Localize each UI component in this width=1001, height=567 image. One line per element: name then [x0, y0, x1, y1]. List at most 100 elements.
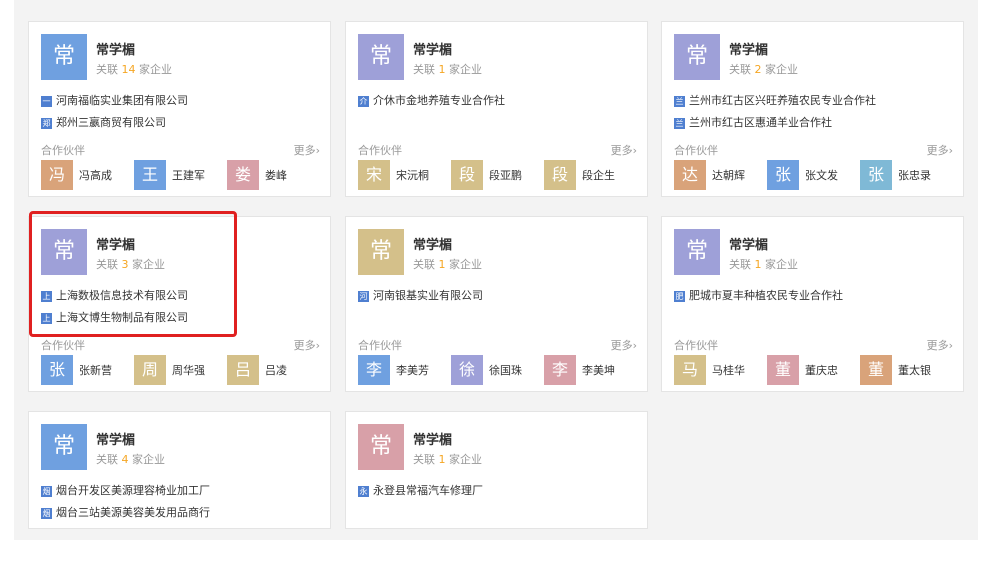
person-card[interactable]: 常常学楣 关联 2 家企业兰兰州市红古区兴旺养殖农民专业合作社兰兰州市红古区惠通羊… — [661, 21, 964, 197]
person-name[interactable]: 常学楣 — [413, 429, 452, 448]
partner-name[interactable]: 吕凌 — [265, 362, 287, 378]
partner-avatar[interactable]: 马 — [674, 355, 706, 385]
company-name[interactable]: 河南银基实业有限公司 — [373, 289, 483, 302]
partner-avatar[interactable]: 张 — [767, 160, 799, 190]
partner-avatar[interactable]: 董 — [767, 355, 799, 385]
company-name[interactable]: 郑州三嬴商贸有限公司 — [56, 116, 166, 129]
partner-item[interactable]: 董董庆忠 — [767, 355, 838, 385]
company-name[interactable]: 永登县常福汽车修理厂 — [373, 484, 483, 497]
company-link[interactable]: 永永登县常福汽车修理厂 — [358, 480, 638, 502]
more-label[interactable]: 更多 — [927, 339, 949, 352]
partner-name[interactable]: 马桂华 — [712, 362, 745, 378]
partner-item[interactable]: 李李美芳 — [358, 355, 429, 385]
more-label[interactable]: 更多 — [611, 144, 633, 157]
partner-avatar[interactable]: 李 — [358, 355, 390, 385]
more-link[interactable]: 更多› — [611, 142, 637, 158]
partner-name[interactable]: 李美坤 — [582, 362, 615, 378]
person-card[interactable]: 常常学楣 关联 1 家企业永永登县常福汽车修理厂 — [345, 411, 648, 529]
person-avatar[interactable]: 常 — [41, 34, 87, 80]
partner-avatar[interactable]: 段 — [544, 160, 576, 190]
company-name[interactable]: 兰州市红古区兴旺养殖农民专业合作社 — [689, 94, 876, 107]
person-card[interactable]: 常常学楣 关联 1 家企业河河南银基实业有限公司 合作伙伴 更多› 李李美芳徐徐国珠李李… — [345, 216, 648, 392]
person-avatar[interactable]: 常 — [358, 34, 404, 80]
partner-item[interactable]: 李李美坤 — [544, 355, 615, 385]
company-link[interactable]: 兰兰州市红古区兴旺养殖农民专业合作社 — [674, 90, 954, 112]
company-link[interactable]: 上上海文博生物制品有限公司 — [41, 307, 321, 329]
partner-item[interactable]: 娄娄峰 — [227, 160, 287, 190]
partner-name[interactable]: 董太银 — [898, 362, 931, 378]
partner-name[interactable]: 李美芳 — [396, 362, 429, 378]
partner-item[interactable]: 冯冯高成 — [41, 160, 112, 190]
partner-item[interactable]: 马马桂华 — [674, 355, 745, 385]
partner-item[interactable]: 段段企生 — [544, 160, 615, 190]
partner-item[interactable]: 段段亚鹏 — [451, 160, 522, 190]
company-name[interactable]: 烟台三站美源美容美发用品商行 — [56, 506, 210, 519]
partner-avatar[interactable]: 吕 — [227, 355, 259, 385]
partner-item[interactable]: 吕吕凌 — [227, 355, 287, 385]
company-name[interactable]: 上海文博生物制品有限公司 — [56, 311, 188, 324]
partner-avatar[interactable]: 娄 — [227, 160, 259, 190]
partner-name[interactable]: 段企生 — [582, 167, 615, 183]
person-name[interactable]: 常学楣 — [96, 234, 135, 253]
company-name[interactable]: 烟台开发区美源理容椅业加工厂 — [56, 484, 210, 497]
partner-name[interactable]: 徐国珠 — [489, 362, 522, 378]
person-name[interactable]: 常学楣 — [413, 39, 452, 58]
person-avatar[interactable]: 常 — [41, 229, 87, 275]
partner-avatar[interactable]: 王 — [134, 160, 166, 190]
person-name[interactable]: 常学楣 — [96, 429, 135, 448]
partner-avatar[interactable]: 冯 — [41, 160, 73, 190]
person-card[interactable]: 常常学楣 关联 3 家企业上上海数极信息技术有限公司上上海文博生物制品有限公司 合作… — [28, 216, 331, 392]
partner-name[interactable]: 张忠录 — [898, 167, 931, 183]
person-card[interactable]: 常常学楣 关联 4 家企业烟烟台开发区美源理容椅业加工厂烟烟台三站美源美容美发用品… — [28, 411, 331, 529]
partner-avatar[interactable]: 周 — [134, 355, 166, 385]
partner-avatar[interactable]: 张 — [41, 355, 73, 385]
company-link[interactable]: 上上海数极信息技术有限公司 — [41, 285, 321, 307]
partner-avatar[interactable]: 达 — [674, 160, 706, 190]
more-link[interactable]: 更多› — [927, 142, 953, 158]
partner-name[interactable]: 段亚鹏 — [489, 167, 522, 183]
company-name[interactable]: 河南福临实业集团有限公司 — [56, 94, 188, 107]
company-link[interactable]: 介介休市金地养殖专业合作社 — [358, 90, 638, 112]
partner-item[interactable]: 张张新营 — [41, 355, 112, 385]
person-avatar[interactable]: 常 — [674, 34, 720, 80]
more-link[interactable]: 更多› — [294, 337, 320, 353]
person-name[interactable]: 常学楣 — [729, 234, 768, 253]
partner-name[interactable]: 董庆忠 — [805, 362, 838, 378]
partner-item[interactable]: 徐徐国珠 — [451, 355, 522, 385]
more-label[interactable]: 更多 — [611, 339, 633, 352]
partner-name[interactable]: 张新营 — [79, 362, 112, 378]
person-card[interactable]: 常常学楣 关联 1 家企业肥肥城市夏丰种植农民专业合作社 合作伙伴 更多› 马马桂华董董… — [661, 216, 964, 392]
partner-item[interactable]: 王王建军 — [134, 160, 205, 190]
more-label[interactable]: 更多 — [294, 144, 316, 157]
partner-name[interactable]: 周华强 — [172, 362, 205, 378]
more-label[interactable]: 更多 — [927, 144, 949, 157]
more-link[interactable]: 更多› — [611, 337, 637, 353]
more-link[interactable]: 更多› — [927, 337, 953, 353]
partner-item[interactable]: 达达朝辉 — [674, 160, 745, 190]
person-name[interactable]: 常学楣 — [413, 234, 452, 253]
company-link[interactable]: 郑郑州三嬴商贸有限公司 — [41, 112, 321, 134]
partner-item[interactable]: 董董太银 — [860, 355, 931, 385]
partner-avatar[interactable]: 徐 — [451, 355, 483, 385]
company-name[interactable]: 兰州市红古区惠通羊业合作社 — [689, 116, 832, 129]
partner-avatar[interactable]: 张 — [860, 160, 892, 190]
partner-item[interactable]: 宋宋沅桐 — [358, 160, 429, 190]
partner-name[interactable]: 宋沅桐 — [396, 167, 429, 183]
person-avatar[interactable]: 常 — [41, 424, 87, 470]
company-link[interactable]: 一河南福临实业集团有限公司 — [41, 90, 321, 112]
partner-name[interactable]: 冯高成 — [79, 167, 112, 183]
person-avatar[interactable]: 常 — [358, 229, 404, 275]
person-avatar[interactable]: 常 — [358, 424, 404, 470]
partner-name[interactable]: 张文发 — [805, 167, 838, 183]
company-link[interactable]: 烟烟台三站美源美容美发用品商行 — [41, 502, 321, 524]
person-name[interactable]: 常学楣 — [729, 39, 768, 58]
person-name[interactable]: 常学楣 — [96, 39, 135, 58]
person-card[interactable]: 常常学楣 关联 14 家企业一河南福临实业集团有限公司郑郑州三嬴商贸有限公司 合作伙… — [28, 21, 331, 197]
partner-avatar[interactable]: 李 — [544, 355, 576, 385]
company-link[interactable]: 烟烟台开发区美源理容椅业加工厂 — [41, 480, 321, 502]
company-link[interactable]: 兰兰州市红古区惠通羊业合作社 — [674, 112, 954, 134]
company-name[interactable]: 介休市金地养殖专业合作社 — [373, 94, 505, 107]
person-avatar[interactable]: 常 — [674, 229, 720, 275]
more-label[interactable]: 更多 — [294, 339, 316, 352]
partner-avatar[interactable]: 段 — [451, 160, 483, 190]
